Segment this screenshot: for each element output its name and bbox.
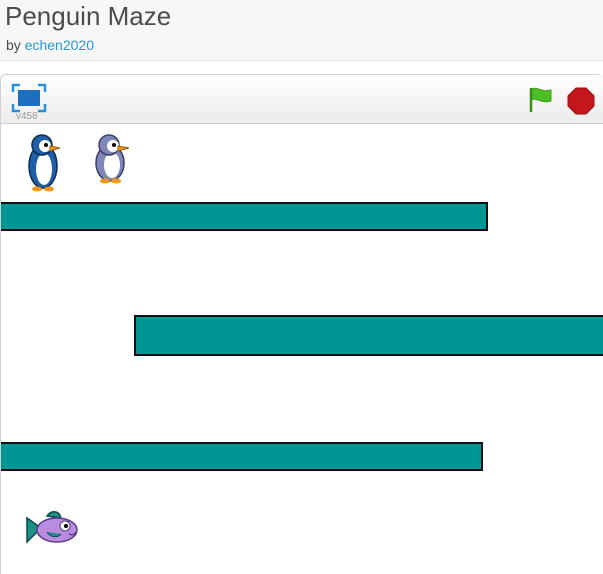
green-flag-icon <box>529 87 552 112</box>
penguin-gray-sprite[interactable] <box>91 133 131 185</box>
fullscreen-button[interactable] <box>11 83 47 113</box>
byline: by echen2020 <box>6 36 94 54</box>
author-link[interactable]: echen2020 <box>25 37 94 53</box>
fullscreen-icon <box>11 83 47 113</box>
player-controls: v458 <box>1 75 603 124</box>
byline-prefix: by <box>6 37 25 53</box>
project-header: Penguin Maze by echen2020 <box>0 0 603 61</box>
maze-wall-2 <box>134 315 603 356</box>
project-title: Penguin Maze <box>5 1 172 31</box>
version-label: v458 <box>16 111 38 122</box>
project-player: v458 <box>0 74 603 574</box>
maze-wall-3 <box>1 442 483 471</box>
stop-button[interactable] <box>567 87 595 115</box>
stage[interactable] <box>1 124 603 574</box>
maze-wall-1 <box>1 202 488 231</box>
stop-icon <box>567 87 595 115</box>
green-flag-button[interactable] <box>527 86 555 114</box>
penguin-blue-sprite[interactable] <box>23 133 63 193</box>
fish-sprite[interactable] <box>21 510 81 550</box>
